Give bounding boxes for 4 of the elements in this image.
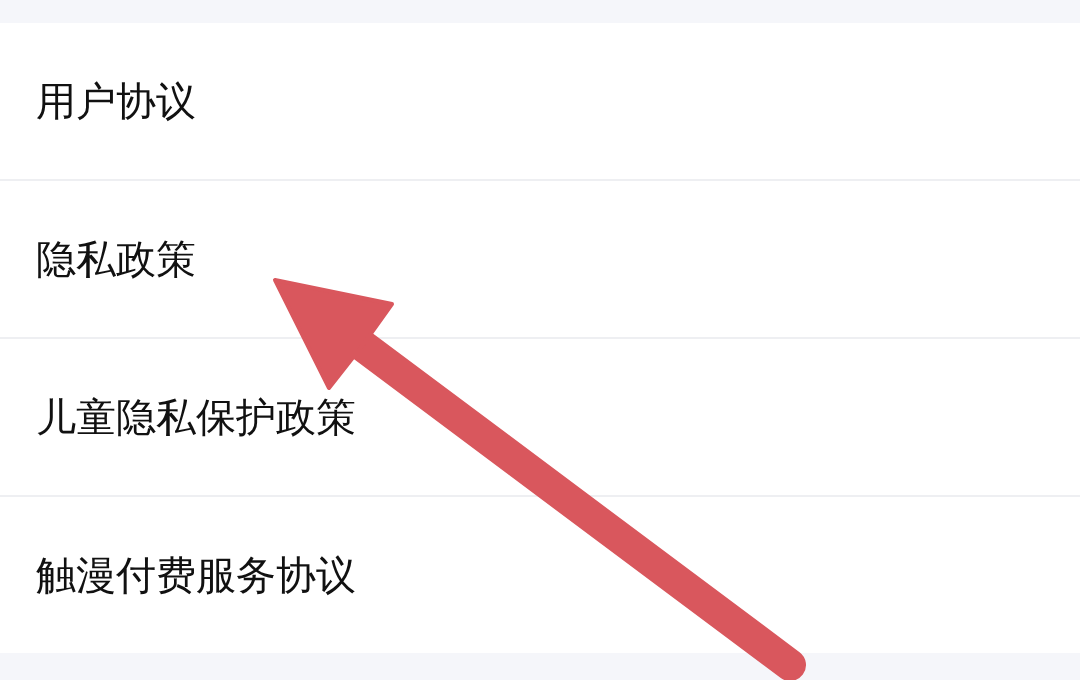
list-item[interactable]: 隐私政策 bbox=[0, 181, 1080, 337]
list-item[interactable]: 触漫付费服务协议 bbox=[0, 497, 1080, 653]
list-item[interactable]: 用户协议 bbox=[0, 23, 1080, 179]
list-item[interactable]: 儿童隐私保护政策 bbox=[0, 339, 1080, 495]
